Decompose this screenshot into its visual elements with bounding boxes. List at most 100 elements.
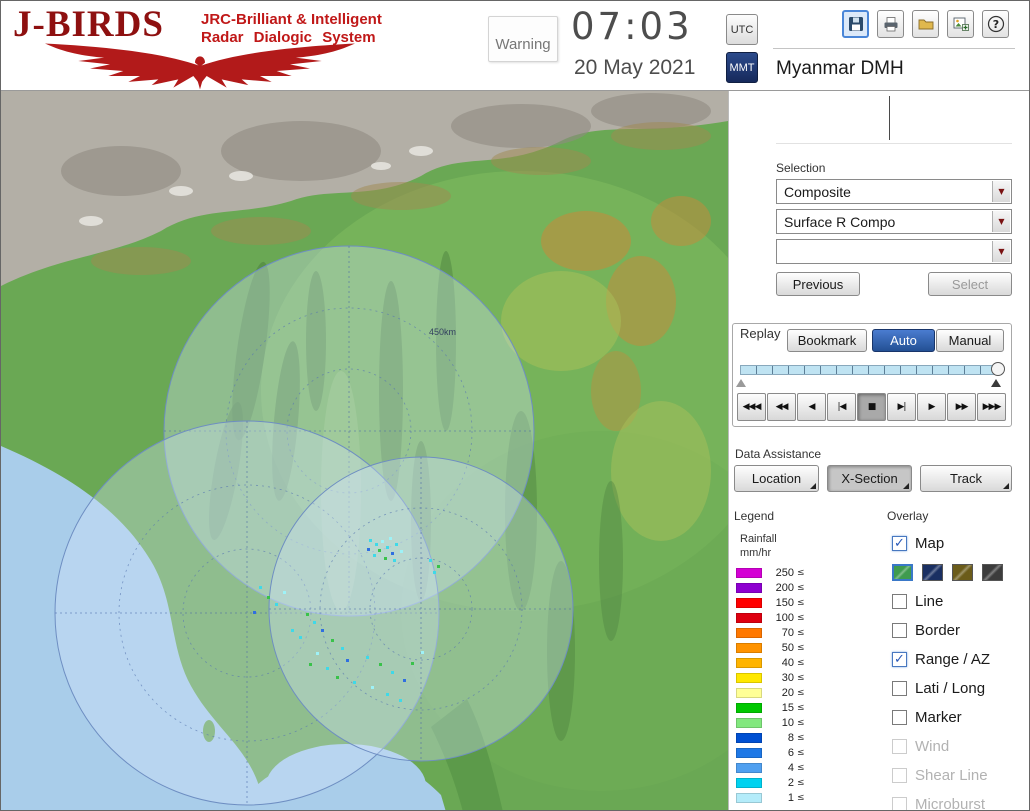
save-button[interactable] bbox=[842, 10, 869, 38]
legend-label: Legend bbox=[734, 509, 775, 523]
help-button[interactable]: ? bbox=[982, 10, 1009, 38]
bookmark-button[interactable]: Bookmark bbox=[787, 329, 867, 352]
legend-value: 1 bbox=[787, 791, 794, 804]
radar-map-viewport[interactable]: 450km bbox=[1, 91, 728, 810]
playback-jump-start-button[interactable]: ◀◀◀ bbox=[737, 393, 766, 421]
legend-leq: ≤ bbox=[797, 747, 805, 758]
map-style-swatch[interactable] bbox=[982, 564, 1003, 581]
playback-fast-rewind-button[interactable]: ◀◀ bbox=[767, 393, 796, 421]
export-image-button[interactable] bbox=[947, 10, 974, 38]
x-section-button[interactable]: X-Section bbox=[827, 465, 912, 492]
legend-color-swatch bbox=[736, 687, 762, 698]
open-file-button[interactable] bbox=[912, 10, 939, 38]
chevron-down-icon[interactable]: ▼ bbox=[992, 181, 1010, 202]
overlay-item-label: Line bbox=[915, 593, 944, 610]
overlay-item-label: Wind bbox=[915, 738, 950, 755]
legend-leq: ≤ bbox=[797, 627, 805, 638]
legend-row: 250 ≤ bbox=[736, 565, 805, 580]
overlay-item-lati-long[interactable]: Lati / Long bbox=[892, 674, 1027, 703]
playback-step-forward-button[interactable]: ▶| bbox=[887, 393, 916, 421]
playback-jump-end-button[interactable]: ▶▶▶ bbox=[977, 393, 1006, 421]
legend-value: 15 bbox=[781, 701, 794, 714]
auto-mode-button[interactable]: Auto bbox=[872, 329, 935, 352]
station-list[interactable] bbox=[776, 94, 1012, 144]
warning-button[interactable]: Warning bbox=[488, 16, 558, 62]
legend-leq: ≤ bbox=[797, 597, 805, 608]
chevron-down-icon[interactable]: ▼ bbox=[992, 211, 1010, 232]
checkbox[interactable] bbox=[892, 594, 907, 609]
legend-row: 6 ≤ bbox=[736, 745, 805, 760]
legend-leq: ≤ bbox=[797, 672, 805, 683]
map-style-swatch[interactable] bbox=[952, 564, 973, 581]
legend-value: 2 bbox=[787, 776, 794, 789]
overlay-item-wind: Wind bbox=[892, 732, 1027, 761]
checkbox[interactable] bbox=[892, 623, 907, 638]
legend-color-swatch bbox=[736, 702, 762, 713]
legend-value: 150 bbox=[775, 596, 794, 609]
selection-dropdown-3[interactable]: ▼ bbox=[776, 239, 1012, 264]
legend-row: 1 ≤ bbox=[736, 790, 805, 805]
organization-name: Myanmar DMH bbox=[776, 58, 904, 79]
timezone-mmt-button[interactable]: MMT bbox=[726, 52, 758, 83]
clock-date: 20 May 2021 bbox=[574, 56, 696, 79]
panel-separator bbox=[773, 48, 1015, 49]
checkbox[interactable]: ✓ bbox=[892, 652, 907, 667]
playback-fast-forward-button[interactable]: ▶▶ bbox=[947, 393, 976, 421]
legend-row: 4 ≤ bbox=[736, 760, 805, 775]
checkbox[interactable] bbox=[892, 681, 907, 696]
legend-color-swatch bbox=[736, 672, 762, 683]
legend-value: 4 bbox=[787, 761, 794, 774]
legend-value: 100 bbox=[775, 611, 794, 624]
legend-leq: ≤ bbox=[797, 717, 805, 728]
overlay-item-map[interactable]: ✓ Map bbox=[892, 529, 1027, 558]
legend-value: 70 bbox=[781, 626, 794, 639]
selection-dropdown-2[interactable]: Surface R Compo ▼ bbox=[776, 209, 1012, 234]
timeline-start-marker bbox=[736, 379, 746, 387]
playback-stop-button[interactable]: ■ bbox=[857, 393, 886, 421]
overlay-item-label: Map bbox=[915, 535, 945, 552]
overlay-label: Overlay bbox=[887, 509, 929, 523]
overlay-item-border[interactable]: Border bbox=[892, 616, 1027, 645]
legend-value: 50 bbox=[781, 641, 794, 654]
checkbox[interactable]: ✓ bbox=[892, 536, 907, 551]
playback-play-button[interactable]: ▶ bbox=[917, 393, 946, 421]
app-logo-title: J-BIRDS bbox=[13, 4, 164, 45]
overlay-item-range-az[interactable]: ✓ Range / AZ bbox=[892, 645, 1027, 674]
overlay-options: ✓ Map Line Border ✓ Range / AZ Lati / Long Mark… bbox=[892, 529, 1027, 810]
overlay-item-shear-line: Shear Line bbox=[892, 761, 1027, 790]
legend-value: 40 bbox=[781, 656, 794, 669]
playback-step-back-button[interactable]: |◀ bbox=[827, 393, 856, 421]
overlay-item-line[interactable]: Line bbox=[892, 587, 1027, 616]
chevron-down-icon[interactable]: ▼ bbox=[992, 241, 1010, 262]
selection-dropdown-1[interactable]: Composite ▼ bbox=[776, 179, 1012, 204]
location-button[interactable]: Location bbox=[734, 465, 819, 492]
clock-time: 07:03 bbox=[571, 5, 693, 48]
replay-timeline-slider[interactable] bbox=[740, 362, 1005, 376]
map-style-swatch[interactable] bbox=[892, 564, 913, 581]
legend-color-swatch bbox=[736, 642, 762, 653]
overlay-item-marker[interactable]: Marker bbox=[892, 703, 1027, 732]
manual-mode-button[interactable]: Manual bbox=[936, 329, 1004, 352]
select-button[interactable]: Select bbox=[928, 272, 1012, 296]
legend-value: 20 bbox=[781, 686, 794, 699]
print-icon bbox=[884, 17, 897, 32]
checkbox[interactable] bbox=[892, 710, 907, 725]
legend-leq: ≤ bbox=[797, 567, 805, 578]
legend-row: 100 ≤ bbox=[736, 610, 805, 625]
legend-row: 50 ≤ bbox=[736, 640, 805, 655]
legend-color-swatch bbox=[736, 777, 762, 788]
track-button[interactable]: Track bbox=[920, 465, 1012, 492]
legend-leq: ≤ bbox=[797, 702, 805, 713]
previous-button[interactable]: Previous bbox=[776, 272, 860, 296]
legend-row: 2 ≤ bbox=[736, 775, 805, 790]
playback-play-reverse-button[interactable]: ◀ bbox=[797, 393, 826, 421]
timeline-thumb[interactable] bbox=[991, 362, 1005, 376]
timezone-utc-button[interactable]: UTC bbox=[726, 14, 758, 45]
map-style-swatch[interactable] bbox=[922, 564, 943, 581]
legend-leq: ≤ bbox=[797, 612, 805, 623]
print-button[interactable] bbox=[877, 10, 904, 38]
svg-text:?: ? bbox=[992, 18, 998, 31]
checkbox bbox=[892, 768, 907, 783]
legend-color-swatch bbox=[736, 762, 762, 773]
station-list-divider bbox=[889, 96, 890, 140]
